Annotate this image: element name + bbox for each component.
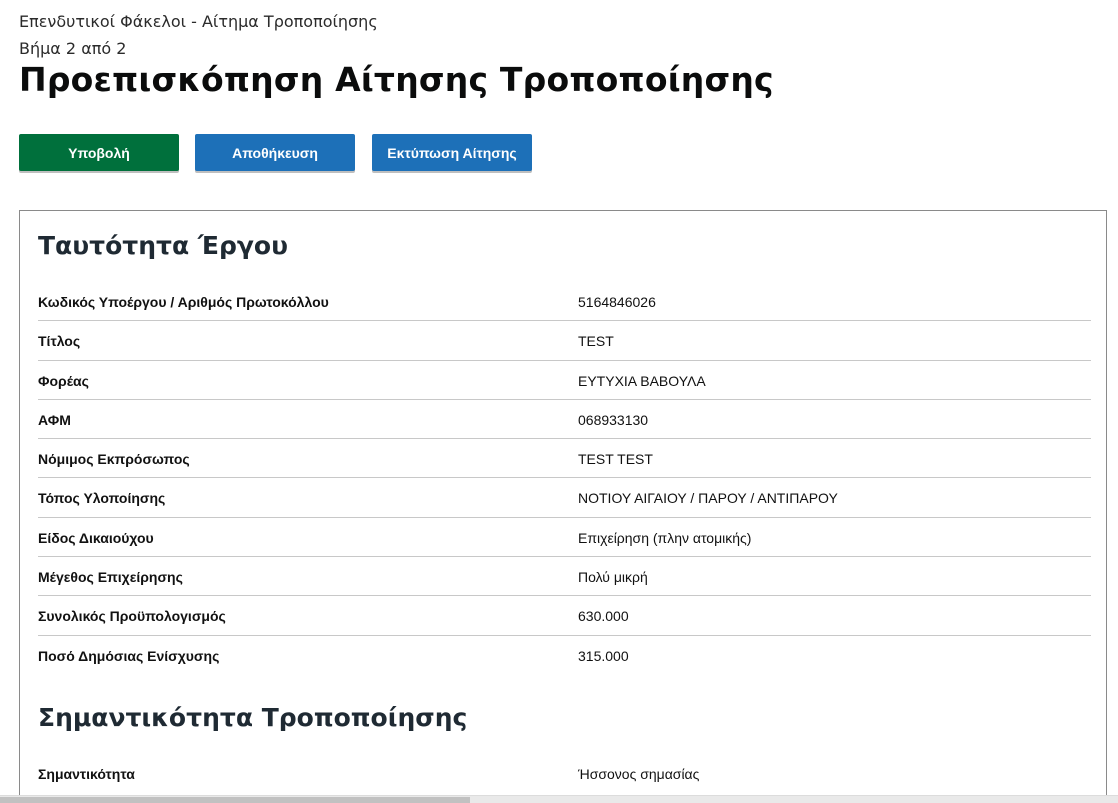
summary-row: Είδος Δικαιούχου Επιχείρηση (πλην ατομικ… xyxy=(38,518,1091,558)
page: Επενδυτικοί Φάκελοι - Αίτημα Τροποποίηση… xyxy=(0,0,1118,803)
summary-row: Σημαντικότητα Ήσσονος σημασίας xyxy=(38,754,1091,793)
summary-row-key: Μέγεθος Επιχείρησης xyxy=(38,569,183,586)
summary-row-key: Είδος Δικαιούχου xyxy=(38,529,154,546)
summary-row: Κωδικός Υποέργου / Αριθμός Πρωτοκόλλου 5… xyxy=(38,282,1091,322)
summary-row: Νόμιμος Εκπρόσωπος TEST TEST xyxy=(38,439,1091,479)
summary-row-value: ΝΟΤΙΟΥ ΑΙΓΑΙΟΥ / ΠΑΡΟΥ / ΑΝΤΙΠΑΡΟΥ xyxy=(578,490,838,507)
section-title-modification-significance: Σημαντικότητα Τροποποίησης xyxy=(38,703,468,732)
summary-row-value: TEST xyxy=(578,333,614,350)
summary-row-key: ΑΦΜ xyxy=(38,411,71,428)
summary-row: Μέγεθος Επιχείρησης Πολύ μικρή xyxy=(38,557,1091,597)
summary-row-key: Φορέας xyxy=(38,372,89,389)
horizontal-scrollbar[interactable] xyxy=(0,795,1118,803)
page-title: Προεπισκόπηση Αίτησης Τροποποίησης xyxy=(19,60,774,99)
summary-row-key: Σημαντικότητα xyxy=(38,766,135,782)
step-indicator: Βήμα 2 από 2 xyxy=(19,39,127,58)
save-button[interactable]: Αποθήκευση xyxy=(195,134,355,171)
project-identity-list: Κωδικός Υποέργου / Αριθμός Πρωτοκόλλου 5… xyxy=(38,282,1091,675)
summary-row-value: Πολύ μικρή xyxy=(578,569,648,586)
summary-row: Τόπος Υλοποίησης ΝΟΤΙΟΥ ΑΙΓΑΙΟΥ / ΠΑΡΟΥ … xyxy=(38,478,1091,518)
summary-row-key: Τόπος Υλοποίησης xyxy=(38,490,166,507)
print-application-button[interactable]: Εκτύπωση Αίτησης xyxy=(372,134,532,171)
summary-row-key: Νόμιμος Εκπρόσωπος xyxy=(38,451,190,468)
summary-row-value: Επιχείρηση (πλην ατομικής) xyxy=(578,529,752,546)
summary-row-value: 068933130 xyxy=(578,411,649,428)
summary-row-value: TEST TEST xyxy=(578,451,653,468)
summary-row-value: 630.000 xyxy=(578,608,629,625)
breadcrumb: Επενδυτικοί Φάκελοι - Αίτημα Τροποποίηση… xyxy=(19,12,378,31)
summary-row: Φορέας ΕΥΤΥΧΙΑ ΒΑΒΟΥΛΑ xyxy=(38,361,1091,400)
summary-row: ΑΦΜ 068933130 xyxy=(38,400,1091,440)
summary-row: Ποσό Δημόσιας Ενίσχυσης 315.000 xyxy=(38,636,1091,675)
summary-row-value: Ήσσονος σημασίας xyxy=(578,766,700,782)
summary-row: Τίτλος TEST xyxy=(38,321,1091,361)
summary-row-key: Ποσό Δημόσιας Ενίσχυσης xyxy=(38,647,220,664)
scrollbar-thumb[interactable] xyxy=(0,797,470,803)
summary-row: Συνολικός Προϋπολογισμός 630.000 xyxy=(38,596,1091,636)
modification-significance-list: Σημαντικότητα Ήσσονος σημασίας xyxy=(38,754,1091,793)
summary-row-value: 315.000 xyxy=(578,647,629,664)
submit-button[interactable]: Υποβολή xyxy=(19,134,179,171)
summary-row-value: 5164846026 xyxy=(578,294,656,310)
section-title-project-identity: Ταυτότητα Έργου xyxy=(38,231,288,260)
summary-panel: Ταυτότητα Έργου Κωδικός Υποέργου / Αριθμ… xyxy=(19,210,1107,803)
summary-row-key: Τίτλος xyxy=(38,333,81,350)
summary-row-key: Κωδικός Υποέργου / Αριθμός Πρωτοκόλλου xyxy=(38,294,329,310)
summary-row-key: Συνολικός Προϋπολογισμός xyxy=(38,608,226,625)
summary-row-value: ΕΥΤΥΧΙΑ ΒΑΒΟΥΛΑ xyxy=(578,372,706,389)
